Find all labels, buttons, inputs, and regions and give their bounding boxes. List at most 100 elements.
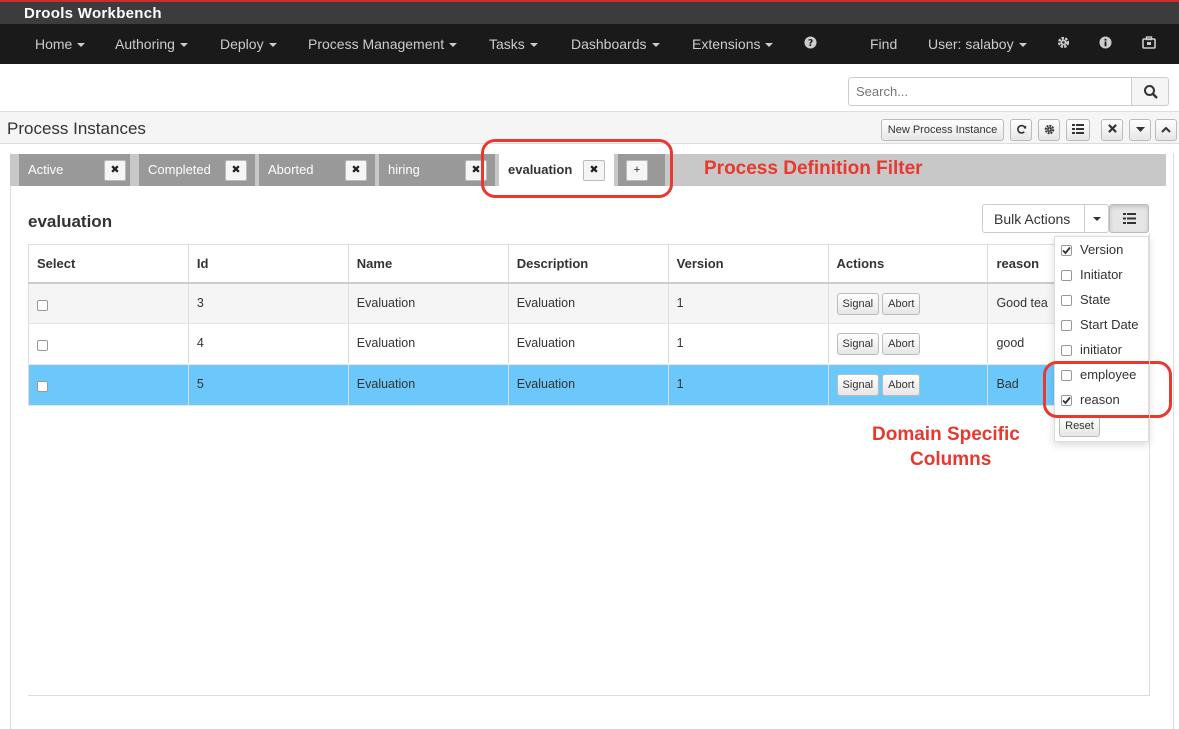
chevron-down-icon	[651, 43, 660, 48]
chevron-up-icon	[1161, 126, 1171, 133]
chevron-down-icon	[1018, 43, 1027, 48]
chevron-down-icon	[268, 43, 277, 48]
gear-icon[interactable]	[1057, 36, 1071, 50]
checkbox[interactable]	[1061, 320, 1072, 331]
nav-extensions[interactable]: Extensions	[692, 36, 774, 52]
cell-description: Evaluation	[507, 282, 669, 324]
cell-id: 4	[187, 323, 349, 365]
nav-find[interactable]: Find	[870, 36, 897, 52]
tab-active[interactable]: Active ✖	[19, 154, 130, 186]
search-group	[848, 77, 1169, 106]
column-header-id[interactable]: Id	[187, 244, 349, 284]
main-navbar: Home Authoring Deploy Process Management…	[0, 24, 1179, 64]
tab-hiring[interactable]: hiring ✖	[379, 154, 495, 186]
cell-version: 1	[667, 364, 829, 406]
nav-user-menu[interactable]: User: salaboy	[928, 36, 1027, 52]
columns-annotation-line2: Columns	[910, 449, 992, 470]
column-header-reason[interactable]: reason	[987, 244, 1058, 284]
process-instance-grid: Select Id Name Description Version Actio…	[28, 244, 1058, 406]
row-select-checkbox[interactable]	[37, 381, 48, 392]
cell-actions: Signal Abort	[827, 282, 988, 324]
cell-name: Evaluation	[347, 323, 509, 365]
cell-name: Evaluation	[347, 282, 509, 324]
section-title: evaluation	[28, 212, 113, 231]
briefcase-icon[interactable]	[1142, 36, 1156, 50]
search-input[interactable]	[848, 77, 1132, 106]
close-icon[interactable]: ✖	[225, 160, 247, 181]
reset-columns-button[interactable]: Reset	[1059, 416, 1100, 437]
page-title: Process Instances	[7, 119, 146, 138]
chevron-down-icon	[765, 43, 774, 48]
close-icon[interactable]: ✖	[104, 160, 126, 181]
abort-button[interactable]: Abort	[882, 374, 921, 396]
chevron-down-icon	[449, 43, 458, 48]
app-window: Drools Workbench Home Authoring Deploy P…	[0, 0, 1179, 729]
list-view-button[interactable]	[1066, 119, 1090, 141]
nav-authoring[interactable]: Authoring	[115, 36, 188, 52]
column-header-select[interactable]: Select	[28, 244, 189, 284]
bulk-actions-button[interactable]: Bulk Actions	[982, 204, 1109, 233]
column-header-version[interactable]: Version	[667, 244, 829, 284]
table-row-selected[interactable]: 5 Evaluation Evaluation 1 Signal Abort Ba…	[28, 364, 1058, 406]
signal-button[interactable]: Signal	[836, 333, 880, 355]
nav-tasks[interactable]: Tasks	[489, 36, 538, 52]
abort-button[interactable]: Abort	[882, 292, 921, 315]
cell-actions: Signal Abort	[827, 323, 988, 365]
table-row[interactable]: 4 Evaluation Evaluation 1 Signal Abort go…	[28, 323, 1058, 365]
column-header-description[interactable]: Description	[507, 244, 669, 284]
cell-name: Evaluation	[347, 364, 509, 406]
title-bar: Drools Workbench	[0, 0, 1179, 24]
nav-deploy[interactable]: Deploy	[220, 36, 277, 52]
tab-completed[interactable]: Completed ✖	[139, 154, 255, 186]
list-icon	[1072, 124, 1084, 134]
nav-dashboards[interactable]: Dashboards	[571, 36, 660, 52]
filter-annotation: Process Definition Filter	[704, 158, 923, 179]
chevron-down-icon	[1135, 127, 1145, 132]
close-panel-button[interactable]	[1101, 119, 1123, 141]
settings-button[interactable]	[1038, 119, 1060, 141]
cell-actions: Signal Abort	[827, 364, 988, 406]
grid-header-row: Select Id Name Description Version Actio…	[28, 244, 1058, 284]
cell-description: Evaluation	[507, 364, 669, 406]
svg-text:?: ?	[808, 38, 813, 49]
chevron-down-icon	[179, 43, 188, 48]
chevron-down-icon	[529, 43, 538, 48]
close-icon	[1107, 124, 1117, 133]
tab-aborted[interactable]: Aborted ✖	[259, 154, 375, 186]
chevron-down-icon	[77, 43, 86, 48]
column-picker-button[interactable]	[1109, 204, 1149, 233]
help-icon[interactable]: ?	[804, 36, 818, 50]
search-button[interactable]	[1131, 77, 1169, 106]
close-icon[interactable]: ✖	[345, 160, 367, 181]
row-select-checkbox[interactable]	[37, 299, 48, 311]
app-title: Drools Workbench	[24, 5, 162, 22]
signal-button[interactable]: Signal	[836, 374, 880, 396]
grid-bottom-border	[28, 695, 1150, 696]
refresh-button[interactable]	[1010, 119, 1032, 141]
column-header-actions[interactable]: Actions	[827, 244, 988, 284]
cell-version: 1	[667, 282, 829, 324]
cell-reason: Good tea	[987, 282, 1058, 324]
signal-button[interactable]: Signal	[836, 292, 880, 315]
column-header-name[interactable]: Name	[347, 244, 509, 284]
bulk-actions-dropdown[interactable]	[1084, 205, 1109, 232]
nav-process-management[interactable]: Process Management	[308, 36, 458, 52]
checkbox[interactable]	[1061, 270, 1072, 281]
info-icon[interactable]	[1099, 36, 1113, 50]
refresh-icon	[1016, 124, 1026, 134]
new-process-instance-button[interactable]: New Process Instance	[881, 119, 1004, 141]
checkbox[interactable]	[1061, 295, 1072, 306]
columns-highlight-ring	[1043, 361, 1172, 418]
panel-menu-button[interactable]	[1129, 119, 1151, 141]
grid-right-border	[1149, 233, 1150, 696]
collapse-panel-button[interactable]	[1155, 119, 1177, 141]
cell-id: 5	[187, 364, 349, 406]
abort-button[interactable]: Abort	[882, 333, 921, 355]
row-select-checkbox[interactable]	[37, 340, 48, 351]
table-row[interactable]: 3 Evaluation Evaluation 1 Signal Abort Go…	[28, 282, 1058, 324]
nav-home[interactable]: Home	[35, 36, 86, 52]
checkbox[interactable]	[1061, 245, 1072, 256]
list-icon	[1123, 213, 1136, 224]
checkbox[interactable]	[1061, 345, 1072, 356]
cell-description: Evaluation	[507, 323, 669, 365]
